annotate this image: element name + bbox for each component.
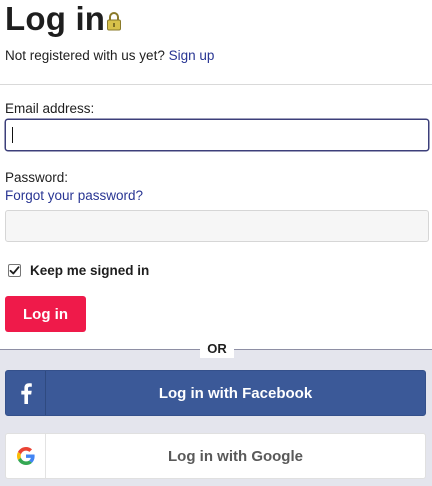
email-label: Email address:	[5, 101, 95, 116]
password-label: Password:	[5, 170, 69, 185]
google-login-label: Log in with Google	[168, 447, 303, 465]
title-row: Log in	[5, 0, 122, 38]
email-field[interactable]	[5, 119, 429, 151]
keep-signed-in-label: Keep me signed in	[30, 263, 150, 278]
facebook-login-button[interactable]: Log in with Facebook	[5, 370, 426, 416]
facebook-login-label: Log in with Facebook	[158, 384, 313, 402]
text-caret	[12, 127, 13, 143]
divider-line	[0, 84, 432, 85]
keep-signed-in-checkbox[interactable]	[8, 264, 21, 277]
facebook-icon-cell	[6, 371, 46, 415]
or-divider-text: OR	[200, 340, 234, 358]
forgot-password-link[interactable]: Forgot your password?	[5, 188, 143, 203]
password-field[interactable]	[5, 210, 429, 242]
facebook-icon	[20, 383, 32, 404]
keep-signed-in-row: Keep me signed in	[8, 263, 149, 278]
lock-icon	[107, 12, 122, 31]
login-panel: Log in Not registered with us yet? Sign …	[0, 0, 432, 349]
page-title: Log in	[5, 0, 106, 37]
google-login-button[interactable]: Log in with Google	[5, 433, 426, 479]
sign-up-link[interactable]: Sign up	[169, 48, 215, 63]
google-icon	[16, 447, 35, 465]
google-icon-cell	[6, 434, 46, 478]
register-text: Not registered with us yet?	[5, 48, 165, 63]
register-prompt: Not registered with us yet? Sign up	[5, 48, 214, 63]
login-button[interactable]: Log in	[5, 296, 86, 332]
checkmark-icon	[9, 266, 20, 275]
